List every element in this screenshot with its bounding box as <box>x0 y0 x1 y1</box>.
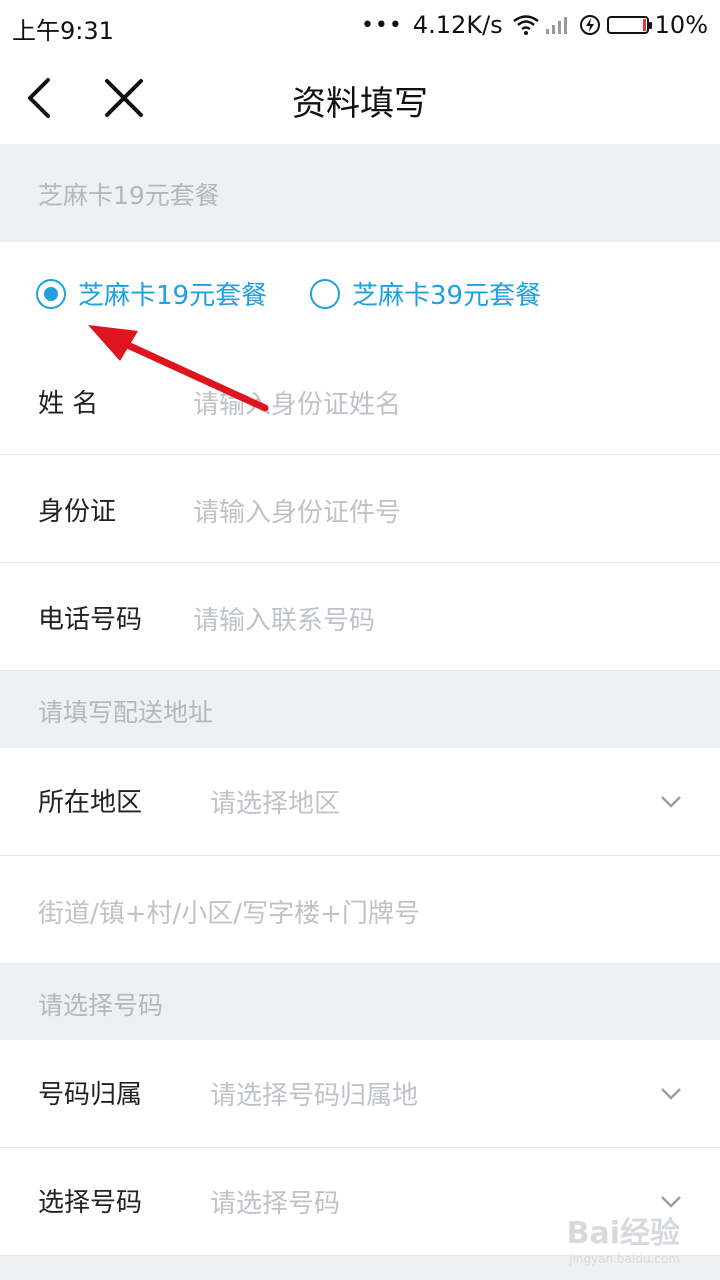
battery-percent: 10% <box>654 11 708 39</box>
attribution-row[interactable]: 号码归属 请选择号码归属地 <box>0 1040 720 1148</box>
chevron-down-icon[interactable] <box>660 1087 682 1101</box>
package-option-label: 芝麻卡19元套餐 <box>78 281 268 311</box>
section-header-address: 请填写配送地址 <box>0 671 720 748</box>
name-input[interactable]: 请输入身份证姓名 <box>193 384 401 421</box>
attribution-label: 号码归属 <box>38 1080 143 1110</box>
chevron-down-icon[interactable] <box>660 795 682 809</box>
attribution-select[interactable]: 请选择号码归属地 <box>210 1075 418 1112</box>
section-title: 请填写配送地址 <box>38 698 214 727</box>
signal-icon <box>545 17 567 34</box>
status-time: 上午9:31 <box>12 17 114 45</box>
more-dots: ••• <box>360 12 403 38</box>
package-option-39[interactable]: 芝麻卡39元套餐 <box>310 275 541 312</box>
name-label: 姓 名 <box>38 389 99 419</box>
baidu-jingyan-watermark: Bai经验 jingyan.baidu.com <box>567 1208 680 1266</box>
select-number-label: 选择号码 <box>38 1188 143 1218</box>
watermark-url: jingyan.baidu.com <box>569 1252 680 1266</box>
radio-unselected-icon[interactable] <box>310 278 340 309</box>
charging-icon <box>579 15 600 35</box>
section-title: 请选择号码 <box>38 991 164 1020</box>
package-radio-group: 芝麻卡19元套餐 芝麻卡39元套餐 <box>0 242 720 348</box>
status-bar: 上午9:31 ••• 4.12K/s 10% <box>0 0 720 52</box>
phone-label: 电话号码 <box>38 605 143 635</box>
section-header-package: 芝麻卡19元套餐 <box>0 144 720 242</box>
section-header-number: 请选择号码 <box>0 964 720 1040</box>
name-row[interactable]: 姓 名 请输入身份证姓名 <box>0 347 720 455</box>
package-option-19[interactable]: 芝麻卡19元套餐 <box>36 275 267 312</box>
id-label: 身份证 <box>38 497 117 527</box>
wifi-icon <box>512 15 539 35</box>
select-number-select[interactable]: 请选择号码 <box>210 1183 340 1220</box>
status-indicators: ••• 4.12K/s 10% <box>361 11 708 39</box>
street-input[interactable]: 街道/镇+村/小区/写字楼+门牌号 <box>38 893 420 930</box>
chevron-down-icon[interactable] <box>660 1195 682 1209</box>
network-speed: 4.12K/s <box>412 11 503 39</box>
id-input[interactable]: 请输入身份证件号 <box>193 492 401 529</box>
watermark-text: Bai经验 <box>566 1216 680 1251</box>
battery-icon <box>606 16 652 34</box>
phone-input[interactable]: 请输入联系号码 <box>193 600 375 637</box>
street-row[interactable]: 街道/镇+村/小区/写字楼+门牌号 <box>0 856 720 964</box>
section-title: 芝麻卡19元套餐 <box>38 181 220 210</box>
package-option-label: 芝麻卡39元套餐 <box>352 281 542 311</box>
phone-row[interactable]: 电话号码 请输入联系号码 <box>0 563 720 671</box>
id-row[interactable]: 身份证 请输入身份证件号 <box>0 455 720 563</box>
region-row[interactable]: 所在地区 请选择地区 <box>0 748 720 856</box>
page-title: 资料填写 <box>292 84 428 124</box>
region-label: 所在地区 <box>38 788 143 818</box>
region-select[interactable]: 请选择地区 <box>210 783 340 820</box>
nav-bar: 资料填写 <box>0 52 720 144</box>
radio-selected-icon[interactable] <box>36 278 66 309</box>
